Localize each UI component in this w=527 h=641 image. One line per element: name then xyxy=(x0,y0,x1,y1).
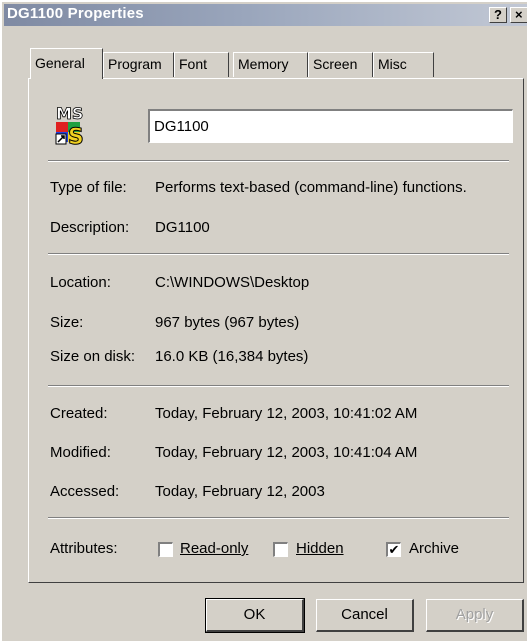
apply-button[interactable]: Apply xyxy=(426,599,524,632)
tab-font[interactable]: Font xyxy=(174,52,229,77)
tab-memory[interactable]: Memory xyxy=(233,52,308,77)
tab-misc[interactable]: Misc xyxy=(373,52,434,77)
cancel-button[interactable]: Cancel xyxy=(316,599,414,632)
window-title: DG1100 Properties xyxy=(7,5,144,22)
properties-dialog: DG1100 Properties ? × General Program Fo… xyxy=(0,0,527,641)
general-tab-panel xyxy=(28,78,524,583)
tab-program[interactable]: Program xyxy=(103,52,174,77)
title-bar[interactable]: DG1100 Properties ? × xyxy=(4,4,527,26)
ms-dos-program-icon: MS S xyxy=(52,102,98,148)
ok-button[interactable]: OK xyxy=(205,598,305,633)
svg-text:MS: MS xyxy=(56,104,83,123)
file-name-field[interactable]: DG1100 xyxy=(148,109,513,143)
tab-screen[interactable]: Screen xyxy=(308,52,373,77)
close-button[interactable]: × xyxy=(510,7,527,23)
help-button[interactable]: ? xyxy=(489,7,507,23)
tab-general[interactable]: General xyxy=(30,48,103,79)
svg-text:S: S xyxy=(68,125,84,148)
